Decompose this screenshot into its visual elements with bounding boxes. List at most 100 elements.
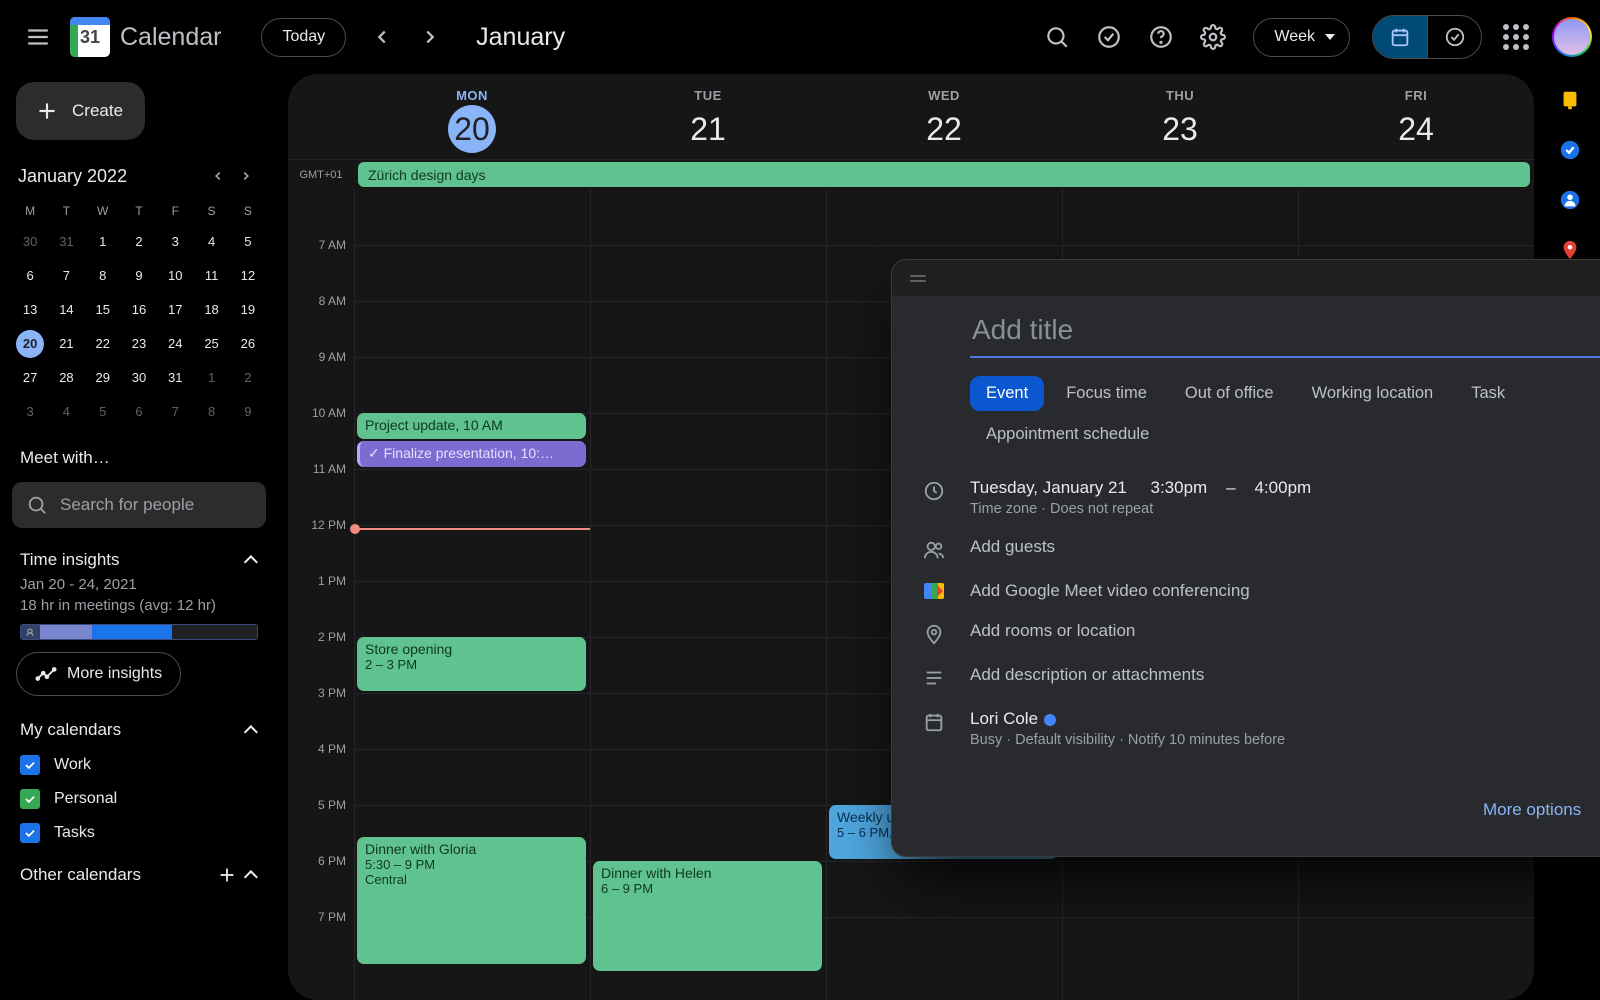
mini-day[interactable]: 30 xyxy=(16,228,44,256)
mini-next-button[interactable] xyxy=(232,162,260,190)
calendar-event[interactable]: ✓ Finalize presentation, 10:… xyxy=(357,441,586,467)
search-people-input[interactable]: Search for people xyxy=(12,482,266,528)
add-calendar-button[interactable] xyxy=(216,864,238,886)
next-period-button[interactable] xyxy=(406,13,454,61)
event-type-chip[interactable]: Working location xyxy=(1296,376,1450,411)
account-avatar[interactable] xyxy=(1552,17,1592,57)
event-type-chip[interactable]: Task xyxy=(1455,376,1521,411)
mini-day[interactable]: 5 xyxy=(234,228,262,256)
day-header[interactable]: MON20 xyxy=(354,84,590,159)
mini-day[interactable]: 26 xyxy=(234,330,262,358)
mini-day[interactable]: 4 xyxy=(52,398,80,426)
mini-day[interactable]: 15 xyxy=(89,296,117,324)
mini-day[interactable]: 1 xyxy=(198,364,226,392)
mini-day[interactable]: 13 xyxy=(16,296,44,324)
mini-day[interactable]: 14 xyxy=(52,296,80,324)
mini-day[interactable]: 3 xyxy=(16,398,44,426)
more-options-button[interactable]: More options xyxy=(1483,800,1581,820)
mini-day[interactable]: 23 xyxy=(125,330,153,358)
collapse-my-calendars-button[interactable] xyxy=(248,720,258,740)
mini-day[interactable]: 2 xyxy=(234,364,262,392)
mini-day[interactable]: 5 xyxy=(89,398,117,426)
view-switcher[interactable]: Week xyxy=(1253,18,1350,57)
calendar-event[interactable]: Dinner with Helen6 – 9 PM xyxy=(593,861,822,971)
mini-day[interactable]: 20 xyxy=(16,330,44,358)
mini-day[interactable]: 8 xyxy=(89,262,117,290)
mini-day[interactable]: 27 xyxy=(16,364,44,392)
mini-day[interactable]: 1 xyxy=(89,228,117,256)
create-button[interactable]: Create xyxy=(16,82,145,140)
day-header[interactable]: TUE21 xyxy=(590,84,826,159)
event-datetime[interactable]: Tuesday, January 21 3:30pm – 4:00pm xyxy=(970,478,1600,498)
calendar-event[interactable]: Project update, 10 AM xyxy=(357,413,586,439)
event-visibility[interactable]: Busy · Default visibility · Notify 10 mi… xyxy=(970,732,1600,748)
calendar-view-toggle[interactable] xyxy=(1373,16,1427,58)
event-type-chip[interactable]: Event xyxy=(970,376,1044,411)
event-type-chip[interactable]: Appointment schedule xyxy=(970,417,1165,452)
mini-day[interactable]: 24 xyxy=(161,330,189,358)
mini-day[interactable]: 8 xyxy=(198,398,226,426)
calendar-list-item[interactable]: Work xyxy=(12,748,266,782)
mini-day[interactable]: 18 xyxy=(198,296,226,324)
collapse-insights-button[interactable] xyxy=(248,550,258,570)
mini-day[interactable]: 10 xyxy=(161,262,189,290)
mini-day[interactable]: 12 xyxy=(234,262,262,290)
mini-day[interactable]: 9 xyxy=(125,262,153,290)
mini-day[interactable]: 7 xyxy=(161,398,189,426)
calendar-list-item[interactable]: Tasks xyxy=(12,816,266,850)
add-guests-button[interactable]: Add guests xyxy=(970,537,1600,557)
main-menu-button[interactable] xyxy=(14,13,62,61)
prev-period-button[interactable] xyxy=(358,13,406,61)
mini-day[interactable]: 21 xyxy=(52,330,80,358)
mini-day[interactable]: 6 xyxy=(125,398,153,426)
maps-icon[interactable] xyxy=(1558,238,1582,262)
calendar-list-item[interactable]: Personal xyxy=(12,782,266,816)
day-header[interactable]: THU23 xyxy=(1062,84,1298,159)
tasks-button[interactable] xyxy=(1085,13,1133,61)
day-header[interactable]: WED22 xyxy=(826,84,1062,159)
calendar-event[interactable]: Store opening2 – 3 PM xyxy=(357,637,586,691)
calendar-checkbox[interactable] xyxy=(20,789,40,809)
add-location-button[interactable]: Add rooms or location xyxy=(970,621,1600,641)
event-type-chip[interactable]: Focus time xyxy=(1050,376,1163,411)
collapse-other-calendars-button[interactable] xyxy=(248,865,258,885)
calendar-checkbox[interactable] xyxy=(20,755,40,775)
drag-handle-icon[interactable] xyxy=(910,275,926,282)
mini-day[interactable]: 31 xyxy=(161,364,189,392)
mini-day[interactable]: 28 xyxy=(52,364,80,392)
settings-button[interactable] xyxy=(1189,13,1237,61)
calendar-event[interactable]: Dinner with Gloria5:30 – 9 PMCentral xyxy=(357,837,586,964)
event-owner[interactable]: Lori Cole xyxy=(970,709,1600,729)
day-column[interactable]: Project update, 10 AM✓ Finalize presenta… xyxy=(354,189,590,1000)
mini-day[interactable]: 30 xyxy=(125,364,153,392)
google-apps-button[interactable] xyxy=(1492,13,1540,61)
more-insights-button[interactable]: More insights xyxy=(16,652,181,696)
mini-day[interactable]: 4 xyxy=(198,228,226,256)
mini-day[interactable]: 17 xyxy=(161,296,189,324)
search-button[interactable] xyxy=(1033,13,1081,61)
event-recurrence[interactable]: Time zone · Does not repeat xyxy=(970,501,1600,517)
day-column[interactable]: Dinner with Helen6 – 9 PM xyxy=(590,189,826,1000)
mini-prev-button[interactable] xyxy=(204,162,232,190)
mini-day[interactable]: 9 xyxy=(234,398,262,426)
mini-day[interactable]: 2 xyxy=(125,228,153,256)
event-type-chip[interactable]: Out of office xyxy=(1169,376,1290,411)
event-title-input[interactable] xyxy=(970,306,1600,358)
today-button[interactable]: Today xyxy=(261,18,346,57)
help-button[interactable] xyxy=(1137,13,1185,61)
mini-day[interactable]: 7 xyxy=(52,262,80,290)
day-header[interactable]: FRI24 xyxy=(1298,84,1534,159)
mini-day[interactable]: 16 xyxy=(125,296,153,324)
mini-day[interactable]: 22 xyxy=(89,330,117,358)
add-description-button[interactable]: Add description or attachments xyxy=(970,665,1600,685)
mini-day[interactable]: 11 xyxy=(198,262,226,290)
tasks-icon[interactable] xyxy=(1558,138,1582,162)
keep-icon[interactable] xyxy=(1558,88,1582,112)
mini-day[interactable]: 6 xyxy=(16,262,44,290)
mini-day[interactable]: 29 xyxy=(89,364,117,392)
contacts-icon[interactable] xyxy=(1558,188,1582,212)
calendar-checkbox[interactable] xyxy=(20,823,40,843)
mini-day[interactable]: 25 xyxy=(198,330,226,358)
task-view-toggle[interactable] xyxy=(1427,16,1481,58)
allday-event[interactable]: Zürich design days xyxy=(358,162,1530,187)
